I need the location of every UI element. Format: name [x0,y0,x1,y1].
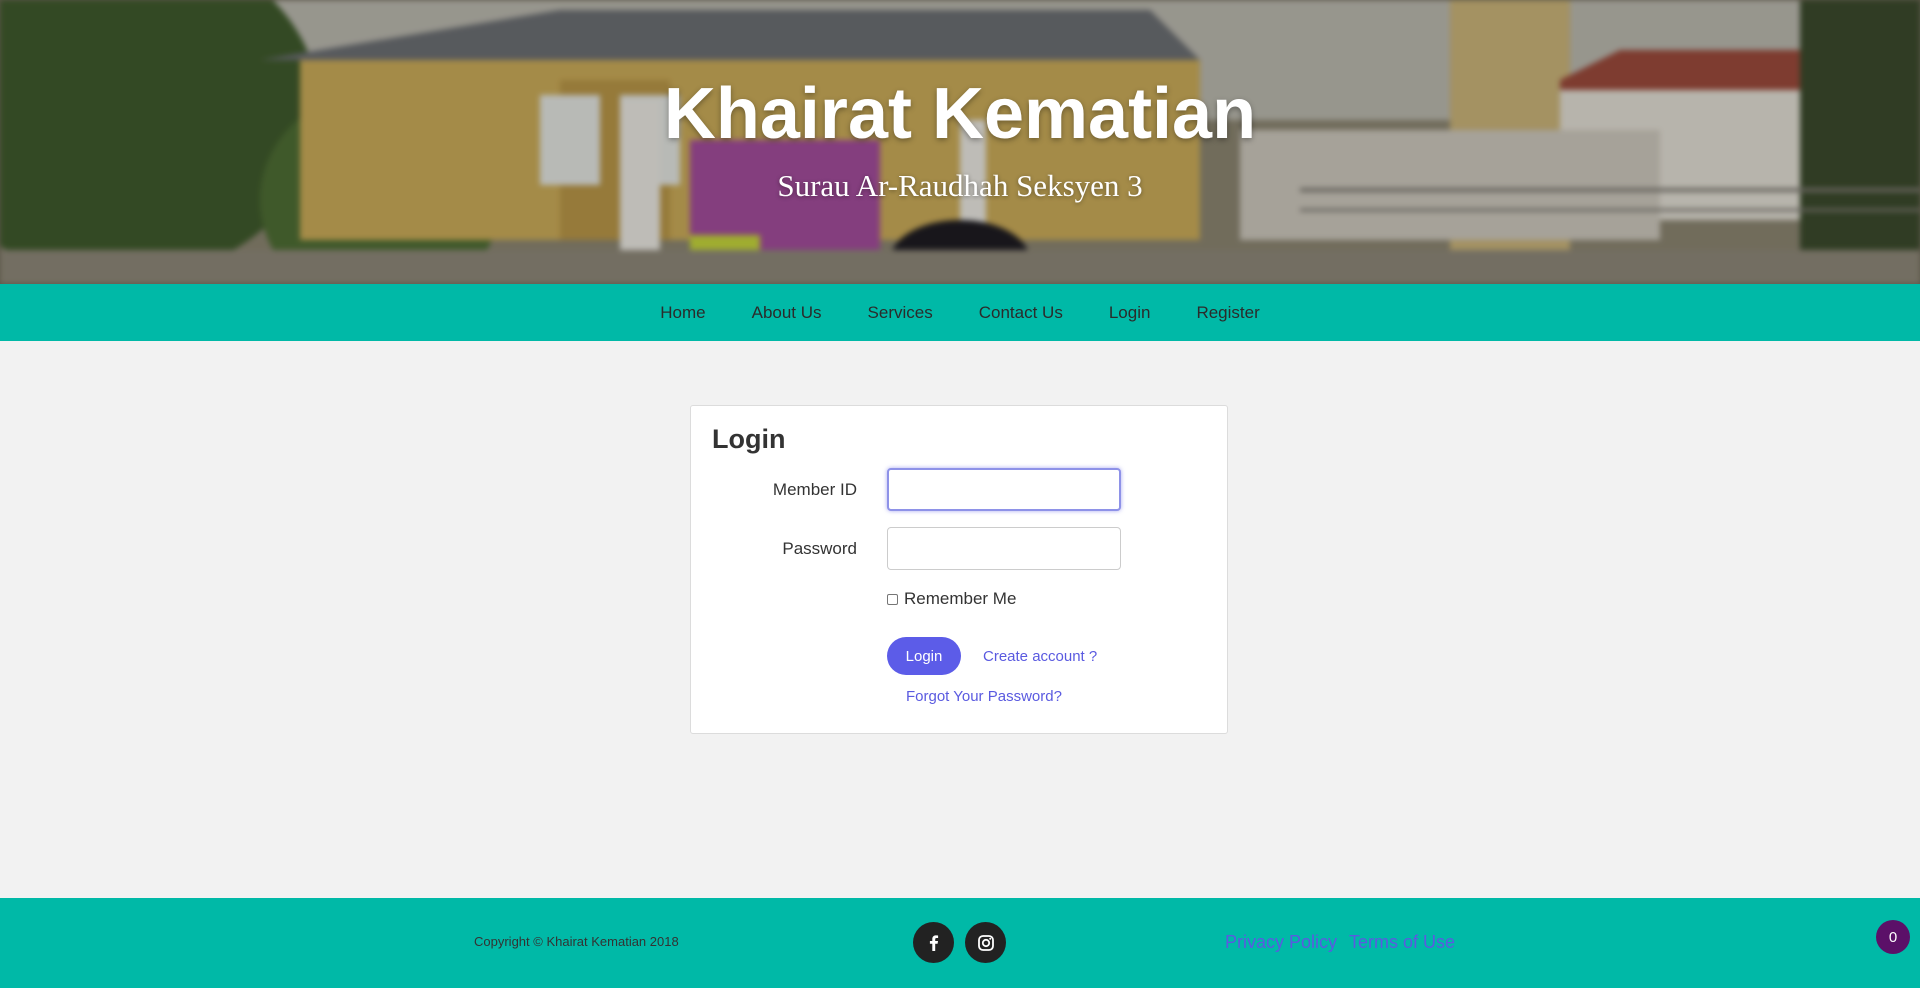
main-navbar: Home About Us Services Contact Us Login … [0,284,1920,341]
remember-me-label[interactable]: Remember Me [904,589,1016,609]
nav-about-us[interactable]: About Us [729,284,845,341]
instagram-button[interactable] [965,922,1006,963]
remember-me-checkbox[interactable] [887,593,898,605]
remember-me-row: Remember Me [887,589,1016,609]
nav-contact-us[interactable]: Contact Us [956,284,1086,341]
nav-services[interactable]: Services [845,284,956,341]
nav-login[interactable]: Login [1086,284,1174,341]
facebook-button[interactable] [913,922,954,963]
forgot-password-link[interactable]: Forgot Your Password? [906,688,1062,705]
copyright-text: Copyright © Khairat Kematian 2018 [474,934,679,949]
member-id-label: Member ID [772,480,857,499]
login-title: Login [712,424,786,454]
login-card: Login Member ID Password Remember Me Log… [690,405,1228,734]
create-account-link[interactable]: Create account ? [983,648,1097,665]
member-id-input[interactable] [887,468,1121,511]
nav-register[interactable]: Register [1173,284,1282,341]
facebook-icon [929,934,938,951]
terms-of-use-link[interactable]: Terms of Use [1349,932,1455,953]
hero-banner: Khairat Kematian Surau Ar-Raudhah Seksye… [0,0,1920,284]
password-label: Password [782,539,857,558]
nav-home[interactable]: Home [637,284,728,341]
counter-badge[interactable]: 0 [1876,920,1910,954]
site-title: Khairat Kematian [663,74,1257,154]
privacy-policy-link[interactable]: Privacy Policy [1225,932,1337,953]
site-subtitle: Surau Ar-Raudhah Seksyen 3 [777,168,1143,203]
instagram-icon [977,934,994,951]
login-button[interactable]: Login [887,637,961,675]
password-input[interactable] [887,527,1121,570]
footer: Copyright © Khairat Kematian 2018 Privac… [0,898,1920,988]
